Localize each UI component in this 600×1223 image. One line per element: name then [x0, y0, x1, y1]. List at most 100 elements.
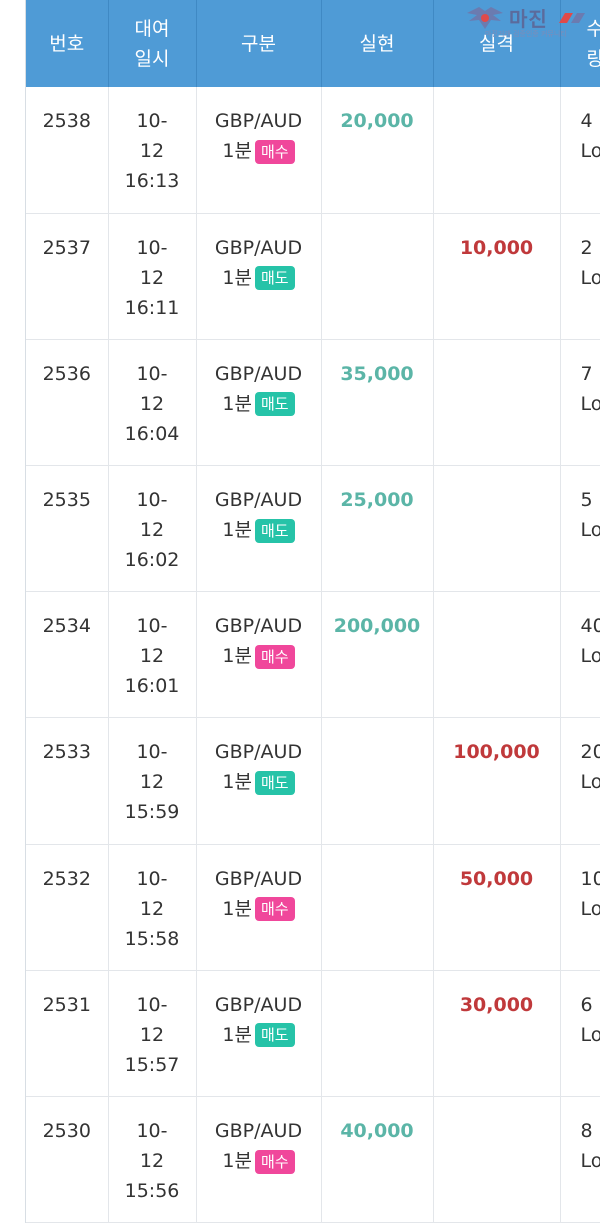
- cell-num: 2536: [26, 339, 109, 467]
- row-number: 2536: [42, 362, 91, 385]
- cell-qty: 7 Lo: [560, 339, 600, 467]
- row-date-part1: 10-: [136, 867, 168, 890]
- cell-date: 10- 12 16:02: [108, 465, 197, 593]
- table-row[interactable]: 2538 10- 12 16:13 GBP/AUD 1분 매수 20,000 4 …: [26, 87, 600, 214]
- left-margin: [0, 0, 25, 1223]
- row-date-part2: 12: [139, 392, 165, 415]
- cell-lose: 30,000: [433, 970, 561, 1098]
- cell-date: 10- 12 16:04: [108, 339, 197, 467]
- table-row[interactable]: 2531 10- 12 15:57 GBP/AUD 1분 매도 30,000 6 …: [26, 970, 600, 1098]
- row-interval-side: 1분 매수: [197, 894, 321, 924]
- row-number: 2532: [42, 867, 91, 890]
- row-pair: GBP/AUD: [214, 362, 303, 385]
- row-date-part2: 12: [139, 1150, 165, 1172]
- row-number: 2537: [42, 236, 91, 259]
- cell-num: 2532: [26, 844, 109, 971]
- table-row[interactable]: 2534 10- 12 16:01 GBP/AUD 1분 매수 200,000 4…: [26, 591, 600, 719]
- row-interval-side: 1분 매수: [197, 641, 321, 671]
- row-qty-unit: Lo: [580, 519, 600, 542]
- row-number: 2534: [42, 615, 91, 638]
- cell-qty: 20 Lo: [560, 717, 600, 845]
- cell-qty: 2 Lo: [560, 213, 600, 340]
- row-date-part2: 12: [139, 645, 165, 668]
- cell-win: 200,000: [321, 591, 434, 719]
- row-number: 2533: [42, 741, 91, 764]
- header-type-label: 구분: [241, 32, 276, 55]
- trade-history-table-container[interactable]: 번호 대여 일시 구분 실현 실격 수 량 2538 10- 12: [25, 0, 600, 1223]
- header-qty-line2: 량: [587, 44, 600, 74]
- row-interval-side: 1분 매도: [197, 1020, 321, 1050]
- page: 번호 대여 일시 구분 실현 실격 수 량 2538 10- 12: [0, 0, 600, 1223]
- row-interval-side: 1분 매도: [197, 263, 321, 293]
- row-win-amount: 25,000: [340, 489, 414, 512]
- cell-date: 10- 12 15:59: [108, 717, 197, 845]
- row-lose-amount: 10,000: [459, 236, 534, 259]
- cell-qty: 5 Lo: [560, 465, 600, 593]
- cell-win: [321, 970, 434, 1098]
- cell-date: 10- 12 15:56: [108, 1096, 197, 1223]
- side-badge: 매도: [254, 392, 295, 417]
- row-interval: 1분: [222, 266, 252, 289]
- cell-type: GBP/AUD 1분 매도: [196, 717, 322, 845]
- row-qty-unit: Lo: [580, 645, 600, 668]
- side-badge: 매수: [254, 139, 295, 164]
- header-date[interactable]: 대여 일시: [108, 0, 197, 87]
- side-badge: 매도: [254, 1023, 295, 1048]
- row-qty-unit: Lo: [580, 140, 600, 162]
- logo-stripes-icon: [559, 13, 585, 23]
- cell-num: 2534: [26, 591, 109, 719]
- row-win-amount: 35,000: [340, 362, 414, 385]
- cell-type: GBP/AUD 1분 매도: [196, 970, 322, 1098]
- logo-tagline: 마진거래 검증인증 커뮤니티: [485, 30, 567, 38]
- header-date-line1: 대여: [134, 17, 170, 40]
- table-row[interactable]: 2532 10- 12 15:58 GBP/AUD 1분매수 50,000 10…: [26, 844, 600, 971]
- row-pair: GBP/AUD: [214, 993, 303, 1016]
- cell-qty: 4 Lo: [560, 87, 600, 214]
- row-date-part1: 10-: [136, 236, 168, 259]
- cell-lose: 50,000: [433, 844, 561, 971]
- row-date-part2: 12: [139, 1023, 165, 1046]
- cell-date: 10- 12 16:01: [108, 591, 197, 719]
- cell-type: GBP/AUD 1분 매도: [196, 465, 322, 593]
- row-win-amount: 40,000: [340, 1120, 414, 1142]
- row-interval: 1분: [222, 140, 252, 162]
- cell-lose: [433, 591, 561, 719]
- row-interval-side: 1분 매수: [197, 1146, 321, 1176]
- cell-num: 2533: [26, 717, 109, 845]
- cell-date: 10- 12 16:11: [108, 213, 197, 340]
- row-lose-amount: 100,000: [453, 741, 540, 764]
- row-pair: GBP/AUD: [214, 110, 303, 132]
- side-badge: 매수: [254, 1149, 295, 1174]
- cell-lose: [433, 87, 561, 214]
- cell-type: GBP/AUD 1분 매수: [196, 1096, 322, 1223]
- row-qty-unit: Lo: [580, 392, 600, 415]
- row-interval: 1분: [222, 519, 252, 542]
- row-date-part2: 12: [139, 897, 165, 920]
- row-win-amount: 20,000: [340, 110, 414, 132]
- cell-num: 2531: [26, 970, 109, 1098]
- cell-win: [321, 717, 434, 845]
- table-row[interactable]: 2535 10- 12 16:02 GBP/AUD 1분 매도 25,000 5 …: [26, 465, 600, 593]
- cell-num: 2538: [26, 87, 109, 214]
- row-qty-unit: Lo: [580, 897, 600, 920]
- header-num[interactable]: 번호: [26, 0, 109, 87]
- cell-qty: 40 Lo: [560, 591, 600, 719]
- cell-type: GBP/AUD 1분 매도: [196, 339, 322, 467]
- cell-win: 25,000: [321, 465, 434, 593]
- row-pair: GBP/AUD: [214, 741, 303, 764]
- row-time: 16:13: [124, 170, 180, 192]
- header-win[interactable]: 실현: [321, 0, 434, 87]
- side-badge: 매수: [254, 644, 295, 669]
- table-row[interactable]: 2537 10- 12 16:11 GBP/AUD 1분 매도 10,000 2 …: [26, 213, 600, 340]
- header-type[interactable]: 구분: [196, 0, 322, 87]
- table-row[interactable]: 2533 10- 12 15:59 GBP/AUD 1분 매도 100,000 2…: [26, 717, 600, 845]
- table-row[interactable]: 2536 10- 12 16:04 GBP/AUD 1분 매도 35,000 7 …: [26, 339, 600, 467]
- site-logo[interactable]: 마진 마진거래 검증인증 커뮤니티: [465, 5, 592, 41]
- row-time: 16:11: [124, 296, 180, 319]
- table-row[interactable]: 2530 10- 12 15:56 GBP/AUD 1분 매수 40,000 8 …: [26, 1096, 600, 1223]
- cell-date: 10- 12 15:57: [108, 970, 197, 1098]
- side-badge: 매도: [254, 770, 295, 795]
- row-qty-value: 7: [580, 362, 593, 385]
- row-interval: 1분: [222, 645, 252, 668]
- row-time: 16:04: [124, 422, 180, 445]
